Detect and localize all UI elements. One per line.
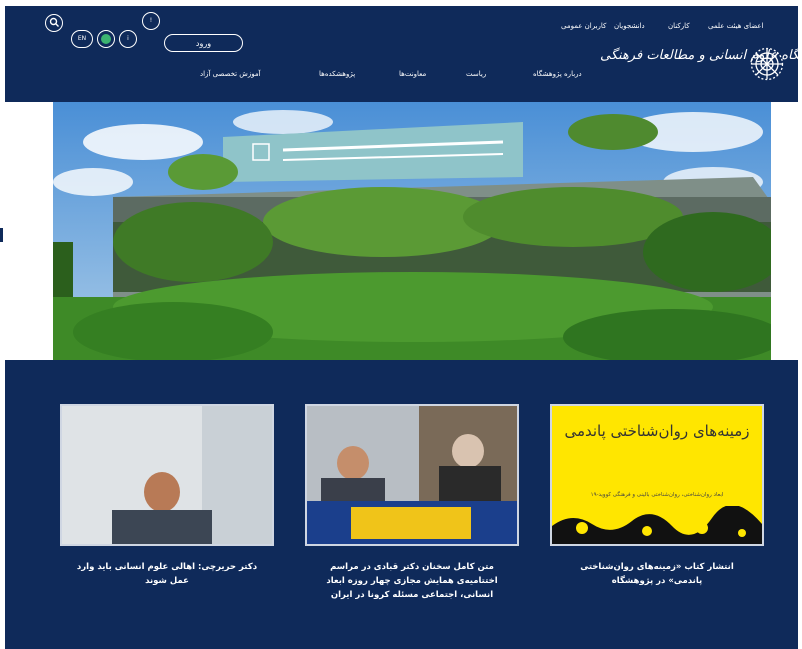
news-card[interactable]: متن کامل سخنان دکتر قبادی در مراسم اختتا… — [305, 404, 519, 602]
news-title[interactable]: انتشار کتاب «زمینه‌های روان‌شناختی پاندم… — [550, 560, 764, 588]
news-card[interactable]: زمینه‌های روان‌شناختی پاندمی ابعاد روان‌… — [550, 404, 764, 588]
nav-free-training[interactable]: آموزش تخصصی آزاد — [200, 70, 261, 78]
notification-icon[interactable]: ! — [142, 12, 160, 30]
top-link-staff[interactable]: کارکنان — [668, 22, 690, 30]
login-button[interactable]: ورود — [164, 34, 243, 52]
nav-about[interactable]: درباره پژوهشگاه — [533, 70, 582, 78]
institute-logo-text[interactable]: پژوهشگاه علوم انسانی و مطالعات فرهنگی — [600, 48, 802, 63]
top-link-public[interactable]: کاربران عمومی — [561, 22, 606, 30]
search-icon[interactable] — [45, 14, 63, 32]
home-icon[interactable] — [97, 30, 115, 48]
institute-building-photo — [53, 102, 771, 360]
hero-banner — [53, 102, 771, 360]
language-en-icon[interactable]: EN — [71, 30, 93, 48]
site-header: اعضای هیئت علمی کارکنان دانشجویان کاربرا… — [5, 6, 802, 102]
top-link-faculty[interactable]: اعضای هیئت علمی — [708, 22, 763, 30]
news-section: زمینه‌های روان‌شناختی پاندمی ابعاد روان‌… — [5, 360, 798, 649]
news-card-image[interactable] — [305, 404, 519, 546]
virus-pattern-icon — [552, 506, 762, 544]
nav-presidency[interactable]: ریاست — [466, 70, 486, 78]
info-icon[interactable]: i — [119, 30, 137, 48]
nav-research-centers[interactable]: پژوهشکده‌ها — [319, 70, 355, 78]
news-card-image[interactable] — [60, 404, 274, 546]
top-link-students[interactable]: دانشجویان — [614, 22, 645, 30]
news-title[interactable]: دکتر حریرچی: اهالی علوم انسانی باید وارد… — [60, 560, 274, 588]
poster-title: زمینه‌های روان‌شناختی پاندمی — [564, 422, 750, 440]
news-card[interactable]: دکتر حریرچی: اهالی علوم انسانی باید وارد… — [60, 404, 274, 588]
poster-subtitle: ابعاد روان‌شناختی، روان‌شناختی بالینی و … — [590, 492, 724, 498]
news-card-image[interactable]: زمینه‌های روان‌شناختی پاندمی ابعاد روان‌… — [550, 404, 764, 546]
nav-deputies[interactable]: معاونت‌ها — [399, 70, 426, 78]
side-marker — [0, 228, 3, 242]
news-title[interactable]: متن کامل سخنان دکتر قبادی در مراسم اختتا… — [305, 560, 519, 602]
